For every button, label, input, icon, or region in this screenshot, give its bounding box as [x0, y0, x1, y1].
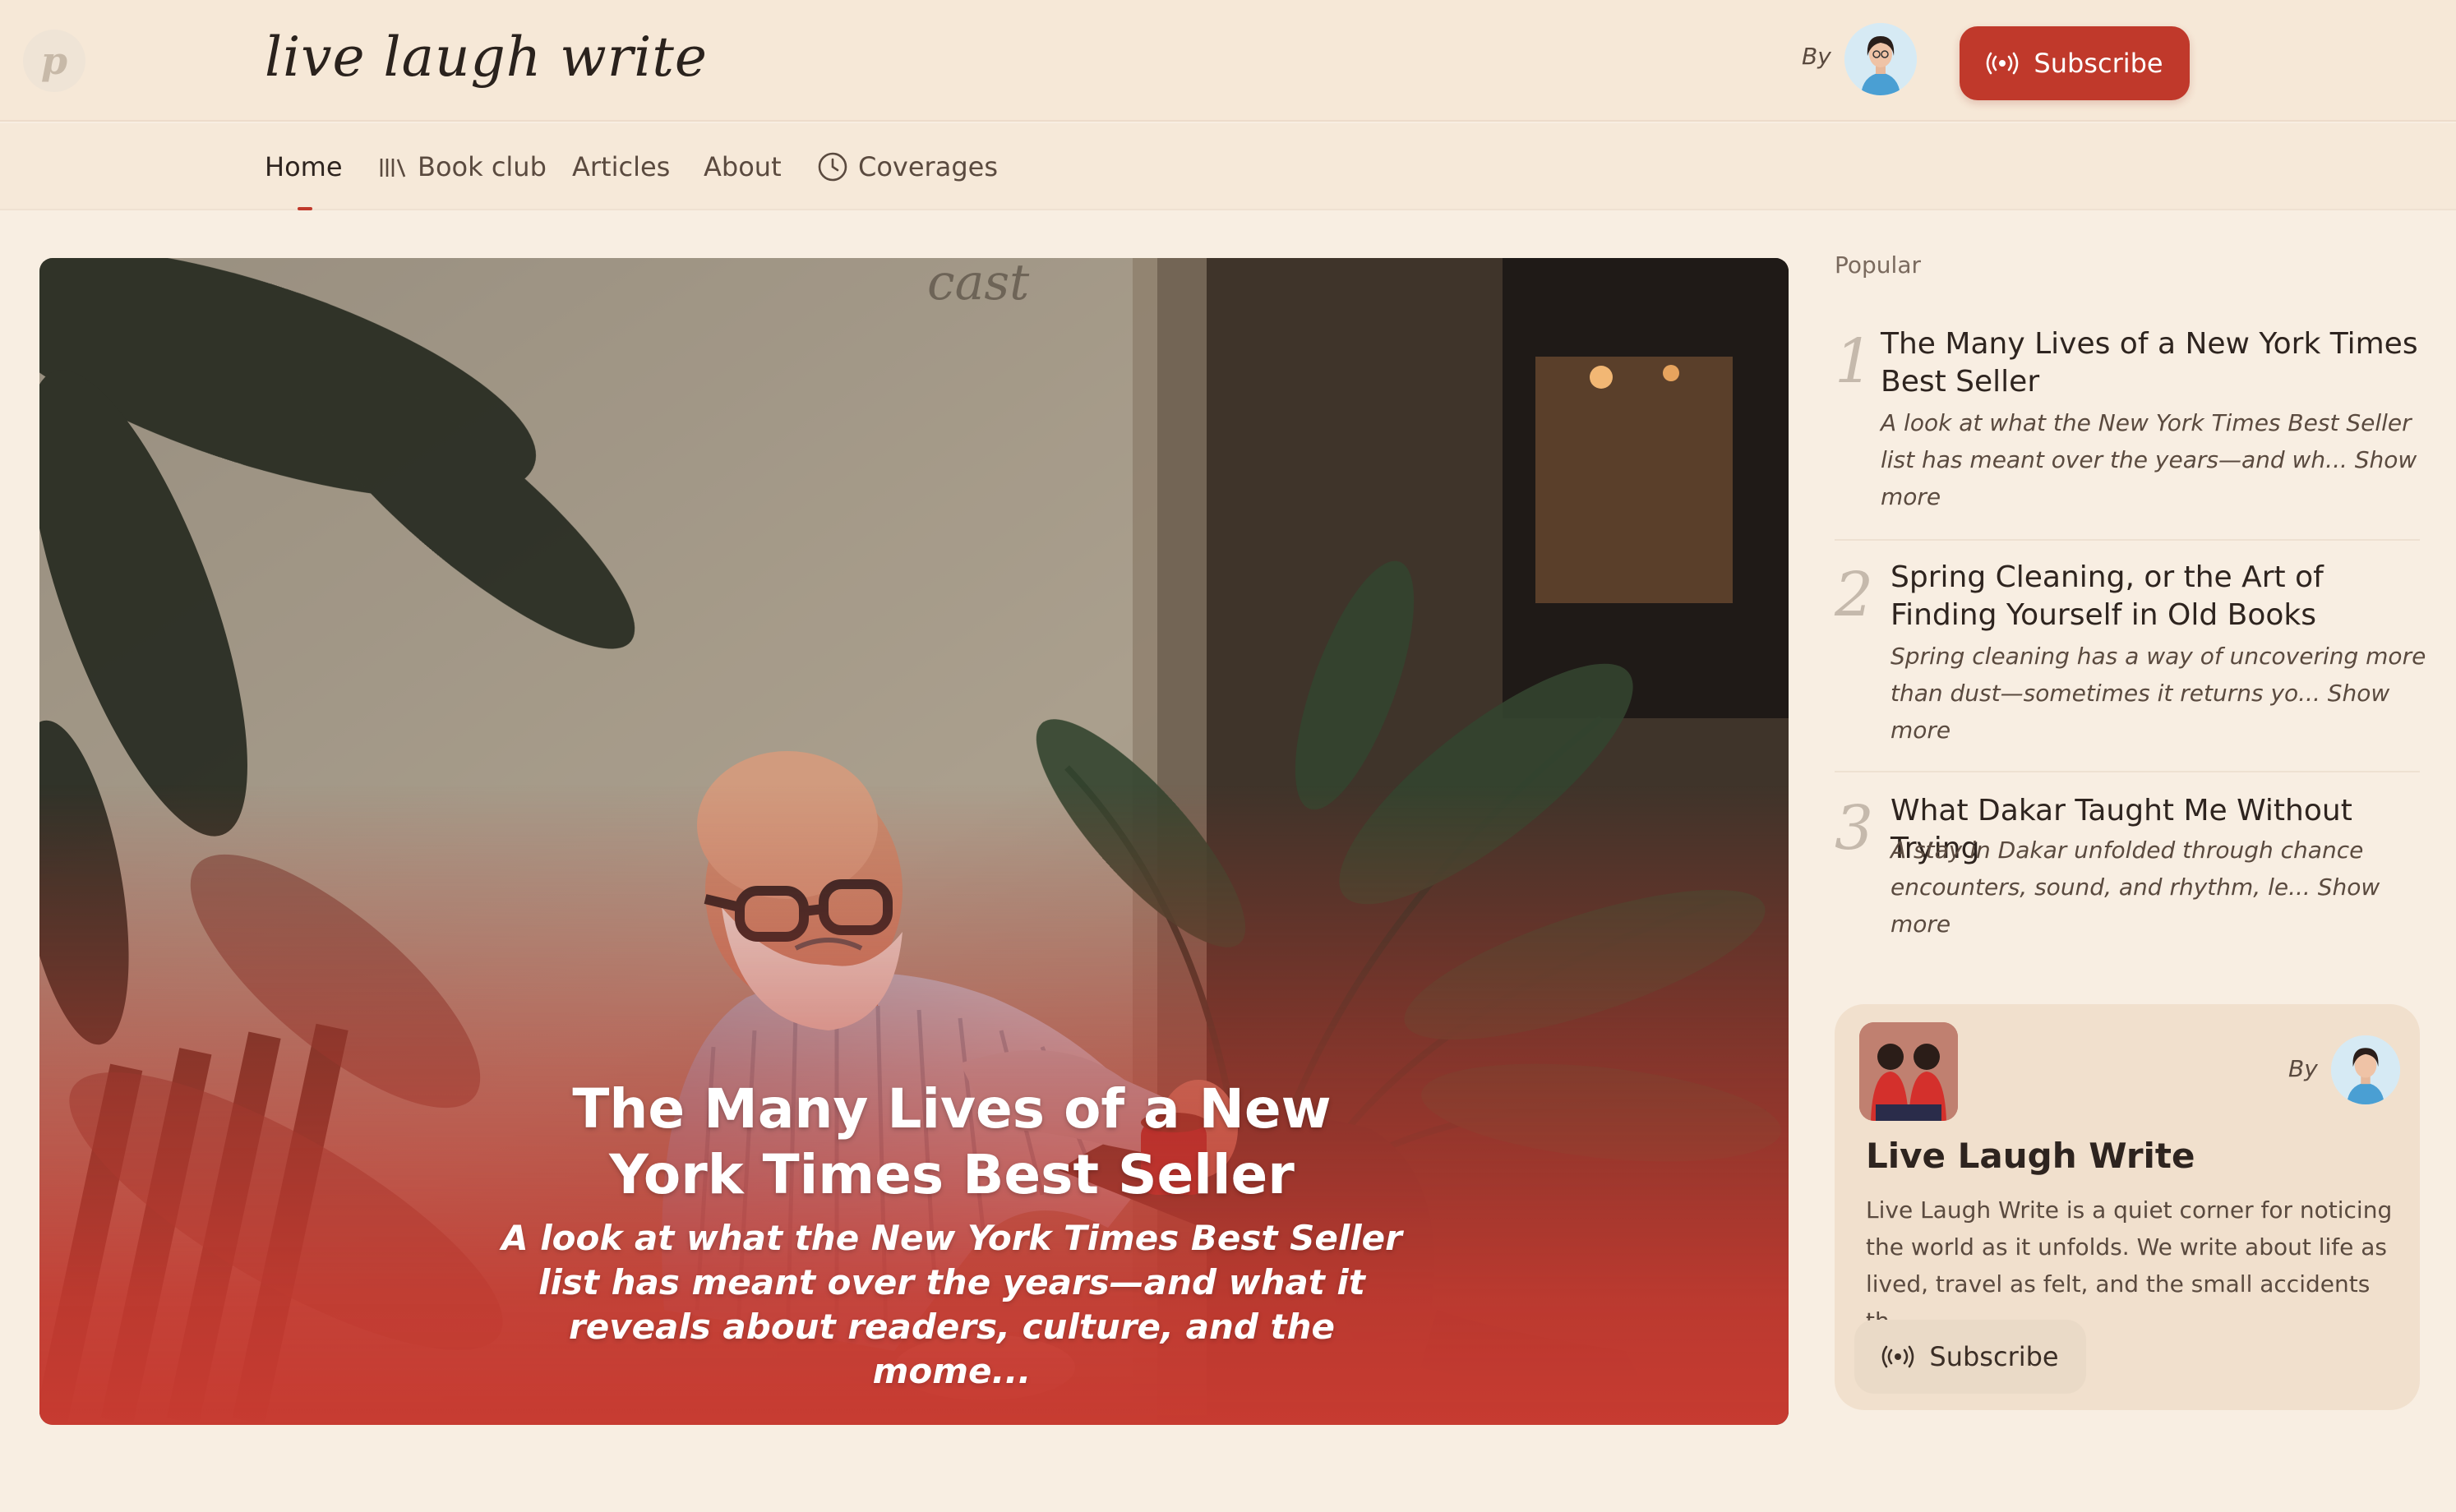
hero-title[interactable]: The Many Lives of a New York Times Best …	[500, 1076, 1404, 1208]
nav-coverages[interactable]: Coverages	[817, 146, 998, 187]
card-author-avatar[interactable]	[2331, 1035, 2400, 1104]
card-subscribe-label: Subscribe	[1929, 1341, 2059, 1372]
popular-rank: 3	[1835, 793, 1874, 864]
popular-title[interactable]: Spring Cleaning, or the Art of Finding Y…	[1890, 559, 2433, 634]
nav-about-label: About	[704, 151, 782, 182]
popular-description-text: A look at what the New York Times Best S…	[1881, 409, 2412, 473]
popular-rank: 2	[1835, 560, 1874, 630]
divider	[1835, 539, 2420, 541]
hero-text-block: The Many Lives of a New York Times Best …	[500, 1076, 1404, 1394]
by-label: By	[1802, 43, 1831, 70]
divider	[1835, 771, 2420, 772]
popular-item[interactable]: 1 The Many Lives of a New York Times Bes…	[1835, 325, 2423, 510]
publication-logo[interactable]: p	[23, 30, 85, 92]
popular-title[interactable]: The Many Lives of a New York Times Best …	[1881, 325, 2423, 401]
popular-item[interactable]: 3 What Dakar Taught Me Without Trying A …	[1835, 792, 2420, 938]
popular-item[interactable]: 2 Spring Cleaning, or the Art of Finding…	[1835, 559, 2426, 744]
site-title[interactable]: live laugh write	[265, 16, 708, 99]
popular-heading: Popular	[1835, 251, 1921, 279]
featured-article-card[interactable]: cast The Many Lives of a New York Times …	[39, 258, 1789, 1425]
popular-description: A look at what the New York Times Best S…	[1881, 404, 2423, 515]
clock-icon	[818, 152, 847, 182]
popular-description-text: A stay in Dakar unfolded through chance …	[1890, 837, 2364, 901]
subscribe-button[interactable]: Subscribe	[1960, 26, 2190, 100]
hero-subtitle: A look at what the New York Times Best S…	[501, 1218, 1402, 1391]
nav-coverages-label: Coverages	[858, 151, 998, 182]
nav-book-club[interactable]: Book club	[378, 146, 547, 187]
nav-home-label: Home	[265, 151, 343, 182]
card-title[interactable]: Live Laugh Write	[1866, 1136, 2195, 1176]
svg-text:cast: cast	[927, 258, 1030, 311]
broadcast-icon	[1882, 1345, 1914, 1368]
publication-image	[1859, 1022, 1958, 1121]
main-nav: Home Book club Articles About Coverages	[0, 123, 2456, 210]
card-subscribe-button[interactable]: Subscribe	[1854, 1320, 2086, 1394]
nav-articles[interactable]: Articles	[572, 146, 670, 187]
top-header: p live laugh write By Subscribe	[0, 0, 2456, 122]
subscribe-label: Subscribe	[2034, 48, 2163, 79]
nav-about[interactable]: About	[704, 146, 782, 187]
nav-book-club-label: Book club	[418, 151, 547, 182]
card-description: Live Laugh Write is a quiet corner for n…	[1866, 1196, 2393, 1335]
card-author-avatar-image	[2331, 1035, 2400, 1104]
logo-letter: p	[40, 39, 68, 83]
publication-image-art	[1859, 1022, 1958, 1121]
popular-description: A stay in Dakar unfolded through chance …	[1890, 832, 2433, 943]
card-by-label: By	[2288, 1055, 2318, 1082]
popular-description: Spring cleaning has a way of uncovering …	[1890, 638, 2433, 749]
nav-home[interactable]: Home	[265, 146, 343, 210]
books-icon	[380, 159, 406, 177]
nav-articles-label: Articles	[572, 151, 671, 182]
publication-about-card: By Live Laugh Write Live Laugh Write is …	[1835, 1004, 2420, 1410]
author-avatar-image	[1844, 23, 1917, 95]
popular-rank: 1	[1835, 326, 1874, 397]
broadcast-icon	[1987, 52, 2019, 75]
author-avatar[interactable]	[1844, 23, 1917, 95]
active-indicator	[298, 207, 312, 210]
